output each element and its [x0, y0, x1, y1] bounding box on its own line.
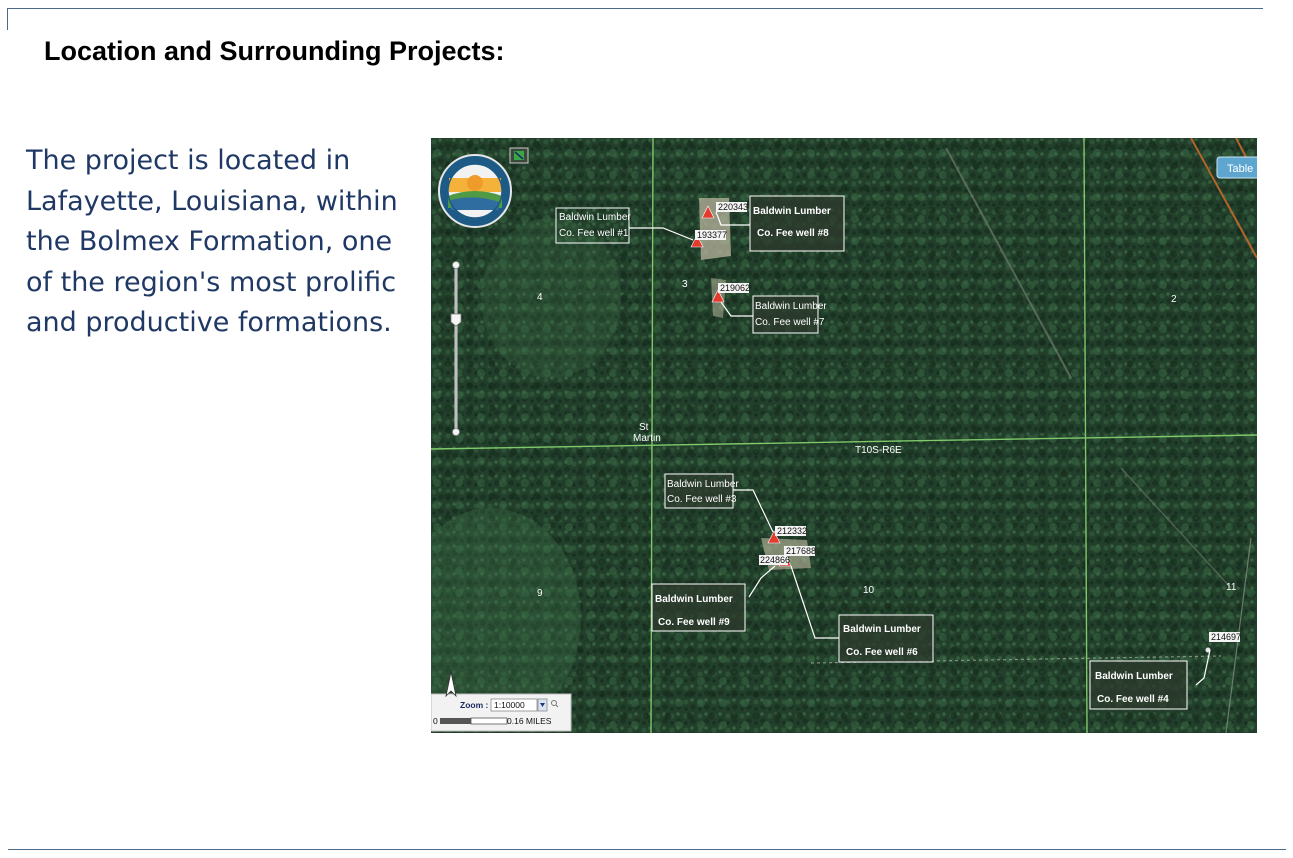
callout-well-4[interactable]: Baldwin Lumber Co. Fee well #4 [1089, 660, 1188, 710]
section-number: 10 [863, 585, 875, 596]
svg-text:Co. Fee well #4: Co. Fee well #4 [1097, 694, 1169, 705]
place-label: St [639, 422, 649, 433]
map-panel[interactable]: 4 3 2 9 10 11 T10S-R6E St Martin 220343 … [431, 138, 1257, 733]
svg-text:0.16 MILES: 0.16 MILES [507, 716, 552, 726]
zoom-select[interactable]: 1:10000 [490, 698, 548, 712]
light-forest-patch [481, 218, 621, 378]
svg-text:214697: 214697 [1211, 632, 1241, 642]
svg-text:Baldwin Lumber: Baldwin Lumber [1095, 671, 1173, 682]
aerial-map[interactable]: 4 3 2 9 10 11 T10S-R6E St Martin 220343 … [431, 138, 1257, 733]
well-id-label: 219062 [718, 283, 750, 293]
section-number: 11 [1226, 582, 1237, 593]
well-id-label: 224866 [759, 555, 790, 565]
place-label: Martin [633, 433, 661, 444]
svg-text:Co. Fee well #1: Co. Fee well #1 [559, 228, 629, 239]
agency-seal [438, 154, 512, 228]
svg-text:Baldwin Lumber: Baldwin Lumber [667, 479, 739, 490]
well-id-label: 220343 [716, 202, 748, 212]
well-id-label: 212332 [775, 526, 807, 536]
svg-text:Baldwin Lumber: Baldwin Lumber [755, 301, 827, 312]
svg-text:212332: 212332 [777, 526, 807, 536]
svg-text:224866: 224866 [760, 555, 790, 565]
svg-text:Baldwin Lumber: Baldwin Lumber [655, 594, 733, 605]
section-number: 3 [682, 279, 688, 290]
body-text: The project is located in Lafayette, Lou… [26, 145, 398, 338]
bottom-rule [8, 849, 1286, 850]
svg-text:1:10000: 1:10000 [494, 700, 525, 710]
svg-text:Baldwin Lumber: Baldwin Lumber [559, 212, 631, 223]
callout-well-8[interactable]: Baldwin Lumber Co. Fee well #8 [749, 195, 845, 252]
callout-well-7[interactable]: Baldwin Lumber Co. Fee well #7 [752, 295, 827, 334]
callout-well-9[interactable]: Baldwin Lumber Co. Fee well #9 [651, 583, 746, 632]
section-number: 4 [537, 292, 543, 303]
slide-title: Location and Surrounding Projects: [44, 36, 505, 66]
layer-toggle-icon[interactable] [509, 147, 529, 164]
svg-text:Co. Fee well #9: Co. Fee well #9 [658, 617, 730, 628]
svg-text:Table: Table [1227, 163, 1253, 175]
svg-text:0: 0 [433, 716, 438, 726]
section-number: 2 [1171, 294, 1177, 305]
section-number: 9 [537, 588, 543, 599]
township-label: T10S-R6E [855, 445, 902, 456]
svg-text:219062: 219062 [720, 283, 750, 293]
svg-text:Co. Fee well #8: Co. Fee well #8 [757, 228, 829, 239]
table-button[interactable]: Table [1216, 156, 1257, 179]
callout-well-3[interactable]: Baldwin Lumber Co. Fee well #3 [664, 473, 739, 509]
top-rule-tick [7, 8, 8, 30]
svg-text:Baldwin Lumber: Baldwin Lumber [753, 206, 831, 217]
top-rule [8, 8, 1263, 9]
svg-text:Baldwin Lumber: Baldwin Lumber [843, 624, 921, 635]
svg-text:217688: 217688 [786, 546, 816, 556]
svg-text:Co. Fee well #3: Co. Fee well #3 [667, 494, 737, 505]
well-id-label: 214697 [1209, 632, 1241, 642]
svg-text:Co. Fee well #6: Co. Fee well #6 [846, 647, 918, 658]
svg-text:193377: 193377 [697, 230, 727, 240]
svg-text:Co. Fee well #7: Co. Fee well #7 [755, 317, 825, 328]
svg-text:220343: 220343 [718, 202, 748, 212]
well-id-label: 193377 [695, 230, 727, 240]
svg-text:Zoom :: Zoom : [460, 700, 488, 710]
callout-well-6[interactable]: Baldwin Lumber Co. Fee well #6 [838, 614, 934, 663]
